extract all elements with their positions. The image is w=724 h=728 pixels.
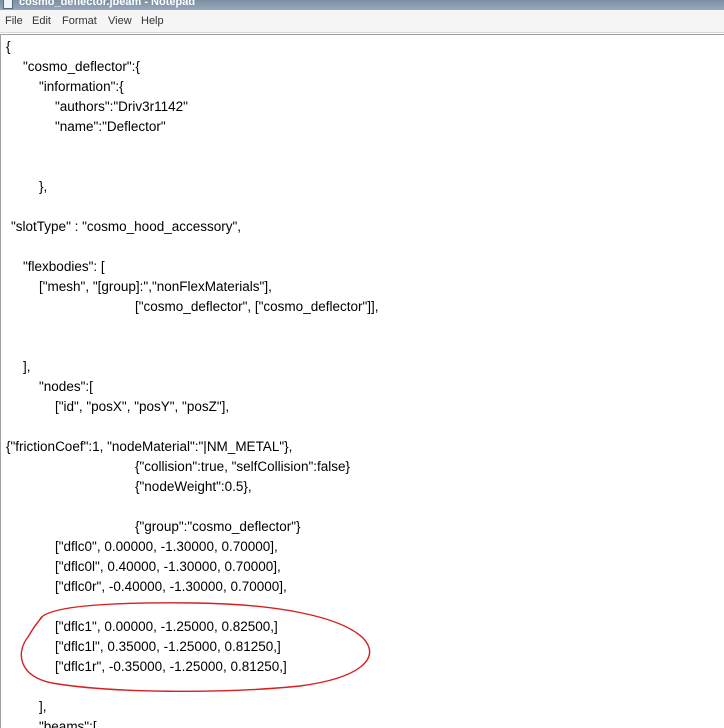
code-line: ["mesh", "[group]:","nonFlexMaterials"], [39,279,272,294]
code-line: {"collision":true, "selfCollision":false… [135,459,351,474]
code-line: ["dflc1r", -0.35000, -1.25000, 0.81250,] [55,659,287,674]
code-line: "flexbodies": [ [23,259,105,274]
code-line: "nodes":[ [39,379,93,394]
code-line: "slotType" : "cosmo_hood_accessory", [11,219,242,234]
notepad-icon [3,0,13,9]
text-editor[interactable]: { "cosmo_deflector":{ "information":{ "a… [0,34,724,728]
code-line: }, [39,179,48,194]
code-line: ], [23,359,31,374]
code-line: "name":"Deflector" [55,119,166,134]
notepad-window: cosmo_deflector.jbeam - Notepad File Edi… [0,0,724,728]
menu-format[interactable]: Format [62,14,97,28]
window-title: cosmo_deflector.jbeam - Notepad [19,0,196,8]
code-line: "information":{ [39,79,124,94]
menu-bar: File Edit Format View Help [0,10,724,33]
code-line: ["dflc0r", -0.40000, -1.30000, 0.70000], [55,579,287,594]
code-line: "beams":[ [39,719,97,728]
code-line: {"nodeWeight":0.5}, [135,479,252,494]
menu-edit[interactable]: Edit [32,14,51,28]
menu-help[interactable]: Help [141,14,164,28]
code-line: "cosmo_deflector":{ [23,59,140,74]
menu-view[interactable]: View [108,14,132,28]
code-line: { [6,39,11,54]
code-line: ["dflc1", 0.00000, -1.25000, 0.82500,] [55,619,278,634]
code-line: ["dflc1l", 0.35000, -1.25000, 0.81250,] [55,639,281,654]
code-line: ["cosmo_deflector", ["cosmo_deflector"]]… [135,299,379,314]
code-line: {"group":"cosmo_deflector"} [135,519,301,534]
menu-file[interactable]: File [5,14,23,28]
code-line: {"frictionCoef":1, "nodeMaterial":"|NM_M… [6,439,293,454]
code-line: ], [39,699,47,714]
code-line: ["dflc0l", 0.40000, -1.30000, 0.70000], [55,559,281,574]
code-line: "authors":"Driv3r1142" [55,99,188,114]
title-bar[interactable]: cosmo_deflector.jbeam - Notepad [0,0,724,10]
code-line: ["dflc0", 0.00000, -1.30000, 0.70000], [55,539,278,554]
code-line: ["id", "posX", "posY", "posZ"], [55,399,230,414]
